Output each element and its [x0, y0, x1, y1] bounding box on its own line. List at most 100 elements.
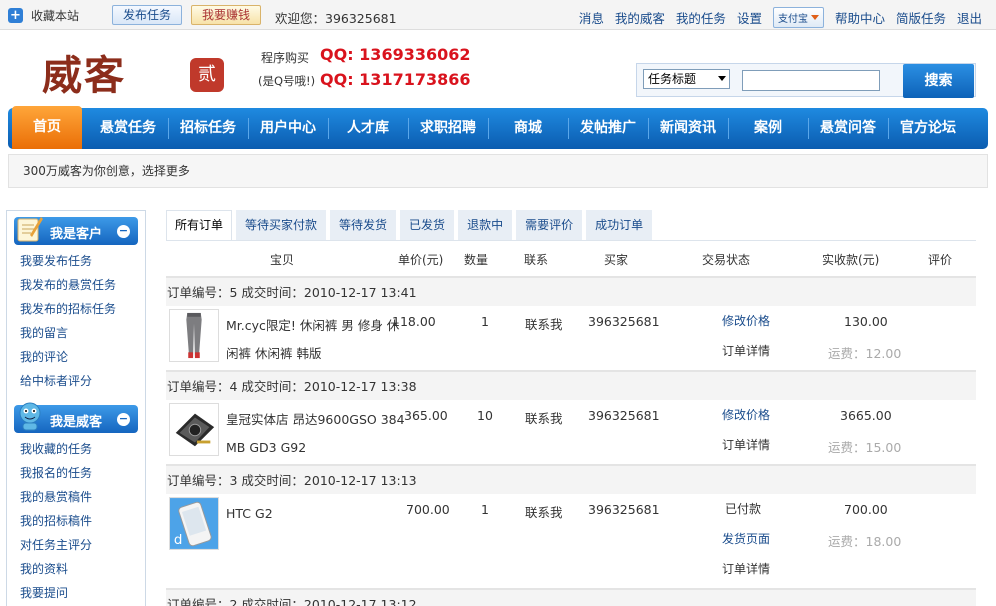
tab-need-review[interactable]: 需要评价: [516, 210, 583, 241]
product-name-line1: HTC G2: [226, 506, 273, 521]
nav-talent-pool[interactable]: 人才库: [328, 108, 408, 149]
received-amount: 700.00: [844, 502, 888, 517]
product-name-line1: Mr.cyc限定! 休闲裤 男 修身 休: [226, 318, 400, 333]
nav-jobs[interactable]: 求职招聘: [408, 108, 488, 149]
search-box: 任务标题 搜索: [636, 63, 976, 98]
buyer-id: 396325681: [588, 314, 660, 329]
col-review: 评价: [928, 253, 953, 267]
tab-await-shipping[interactable]: 等待发货: [330, 210, 397, 241]
site-logo[interactable]: 威客: [42, 43, 126, 101]
nav-home[interactable]: 首页: [12, 106, 82, 149]
sidebar-item-ask-question[interactable]: 我要提问: [20, 581, 145, 605]
tab-success[interactable]: 成功订单: [586, 210, 653, 241]
nav-cases[interactable]: 案例: [728, 108, 808, 149]
sidebar-item-my-profile[interactable]: 我的资料: [20, 557, 145, 581]
collapse-icon[interactable]: −: [117, 225, 130, 238]
nav-promotion[interactable]: 发帖推广: [568, 108, 648, 149]
order-details-link[interactable]: 订单详情: [722, 436, 770, 453]
edit-price-link[interactable]: 修改价格: [722, 406, 770, 423]
qq1-label: 程序购买: [261, 51, 310, 65]
search-input[interactable]: [742, 70, 880, 91]
sidebar-item-my-messages[interactable]: 我的留言: [20, 321, 145, 345]
top-links: 消息 我的威客 我的任务 设置 支付宝 帮助中心 简版任务 退出: [579, 7, 982, 28]
nav-bid-tasks[interactable]: 招标任务: [168, 108, 248, 149]
help-center-link[interactable]: 帮助中心: [835, 8, 885, 27]
simple-tasks-link[interactable]: 简版任务: [896, 8, 946, 27]
sidebar-item-my-reward-tasks[interactable]: 我发布的悬赏任务: [20, 273, 145, 297]
col-item: 宝贝: [270, 253, 295, 267]
svg-text:d: d: [174, 533, 183, 548]
publish-task-button[interactable]: 发布任务: [112, 5, 182, 25]
buyer-id: 396325681: [588, 502, 660, 517]
ship-page-link[interactable]: 发货页面: [722, 530, 770, 547]
client-section-header[interactable]: 我是客户 −: [14, 217, 138, 245]
product-name-line2: 闲裤 休闲裤 韩版: [226, 346, 322, 361]
qq1-number: QQ: 1369336062: [320, 45, 471, 64]
search-button[interactable]: 搜索: [903, 64, 974, 98]
nav-mall[interactable]: 商城: [488, 108, 568, 149]
nav-news[interactable]: 新闻资讯: [648, 108, 728, 149]
shipping-fee: 运费：18.00: [828, 534, 902, 549]
plus-icon: +: [8, 8, 23, 23]
order-row: 订单编号：2 成交时间：2010-12-17 13:12: [166, 588, 976, 606]
order-header: 订单编号：2 成交时间：2010-12-17 13:12: [166, 588, 976, 606]
qq2-number: QQ: 1317173866: [320, 70, 471, 89]
qq2-label: (是Q号哦!): [258, 74, 316, 88]
unit-price: 118.00: [392, 314, 436, 329]
contact-link[interactable]: 联系我: [525, 502, 563, 521]
sidebar: 我是客户 − 我要发布任务 我发布的悬赏任务 我发布的招标任务 我的留言 我的评…: [6, 210, 146, 606]
favorite-label: 收藏本站: [31, 9, 80, 23]
favorite-link[interactable]: + 收藏本站: [8, 7, 79, 24]
product-thumbnail[interactable]: [169, 309, 219, 362]
order-details-link[interactable]: 订单详情: [722, 560, 770, 577]
product-thumbnail[interactable]: d: [169, 497, 219, 550]
col-qty: 数量: [464, 253, 489, 267]
collapse-icon[interactable]: −: [117, 413, 130, 426]
sidebar-item-joined-tasks[interactable]: 我报名的任务: [20, 461, 145, 485]
sidebar-item-reward-drafts[interactable]: 我的悬赏稿件: [20, 485, 145, 509]
sidebar-item-my-comments[interactable]: 我的评论: [20, 345, 145, 369]
contact-link[interactable]: 联系我: [525, 314, 563, 333]
sidebar-item-favorite-tasks[interactable]: 我收藏的任务: [20, 437, 145, 461]
tab-await-payment[interactable]: 等待买家付款: [236, 210, 327, 241]
client-avatar-icon: [17, 217, 43, 242]
sidebar-item-publish-task[interactable]: 我要发布任务: [20, 249, 145, 273]
weike-section-header[interactable]: 我是威客 −: [14, 402, 138, 433]
tab-shipped[interactable]: 已发货: [400, 210, 455, 241]
alipay-dropdown[interactable]: 支付宝: [772, 7, 824, 28]
earn-money-button[interactable]: 我要赚钱: [191, 5, 261, 25]
order-row: 订单编号：3 成交时间：2010-12-17 13:13 d HTC G2 70…: [166, 464, 976, 588]
search-type-value: 任务标题: [648, 72, 697, 86]
nav-forum[interactable]: 官方论坛: [888, 108, 968, 149]
edit-price-link[interactable]: 修改价格: [722, 312, 770, 329]
contact-link[interactable]: 联系我: [525, 408, 563, 427]
col-received: 实收款(元): [822, 253, 880, 267]
search-type-select[interactable]: 任务标题: [643, 69, 730, 89]
settings-link[interactable]: 设置: [737, 8, 762, 27]
sidebar-item-bid-drafts[interactable]: 我的招标稿件: [20, 509, 145, 533]
order-details-link[interactable]: 订单详情: [722, 342, 770, 359]
messages-link[interactable]: 消息: [579, 8, 604, 27]
logout-link[interactable]: 退出: [957, 8, 982, 27]
my-weike-link[interactable]: 我的威客: [615, 8, 665, 27]
product-thumbnail[interactable]: [169, 403, 219, 456]
col-buyer: 买家: [604, 253, 629, 267]
nav-user-center[interactable]: 用户中心: [248, 108, 328, 149]
weike-section-title: 我是威客: [50, 415, 103, 430]
tab-refunding[interactable]: 退款中: [458, 210, 513, 241]
product-name[interactable]: 皇冠实体店 昂达9600GSO 384 MB GD3 G92: [226, 406, 406, 462]
order-header: 订单编号：5 成交时间：2010-12-17 13:41: [166, 276, 976, 306]
sidebar-item-rate-owner[interactable]: 对任务主评分: [20, 533, 145, 557]
sidebar-item-rate-winner[interactable]: 给中标者评分: [20, 369, 145, 393]
my-tasks-link[interactable]: 我的任务: [676, 8, 726, 27]
alipay-label: 支付宝: [777, 14, 808, 25]
tab-all-orders[interactable]: 所有订单: [166, 210, 233, 241]
nav-reward-tasks[interactable]: 悬赏任务: [88, 108, 168, 149]
product-name[interactable]: Mr.cyc限定! 休闲裤 男 修身 休 闲裤 休闲裤 韩版: [226, 312, 406, 368]
order-row: 订单编号：4 成交时间：2010-12-17 13:38 皇冠实体店 昂达960…: [166, 370, 976, 464]
sidebar-item-my-bid-tasks[interactable]: 我发布的招标任务: [20, 297, 145, 321]
tab-divider: [166, 240, 976, 241]
logo-seal: 贰: [190, 58, 224, 92]
nav-qa[interactable]: 悬赏问答: [808, 108, 888, 149]
product-name[interactable]: HTC G2: [226, 500, 406, 528]
